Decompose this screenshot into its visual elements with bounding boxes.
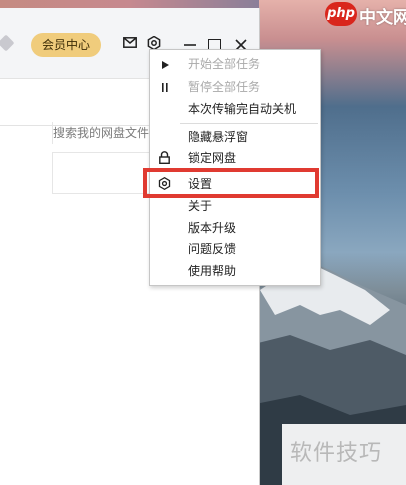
menu-item-about[interactable]: 关于 <box>188 196 212 216</box>
vip-center-button[interactable]: 会员中心 <box>31 33 101 57</box>
gear-icon[interactable] <box>147 36 161 50</box>
php-logo-badge: php <box>325 2 357 26</box>
menu-separator <box>180 123 318 124</box>
menu-item-hide-float[interactable]: 隐藏悬浮窗 <box>188 127 248 147</box>
menu-item-help[interactable]: 使用帮助 <box>188 261 236 281</box>
php-site-name: 中文网 <box>359 8 406 28</box>
settings-highlight-frame <box>143 168 319 198</box>
php-cn-watermark: php 中文网 <box>325 0 406 32</box>
play-icon <box>162 61 169 69</box>
menu-item-feedback[interactable]: 问题反馈 <box>188 239 236 259</box>
menu-item-lock[interactable]: 锁定网盘 <box>188 148 236 168</box>
menu-item-auto-shutdown[interactable]: 本次传输完自动关机 <box>188 99 296 119</box>
software-tips-watermark: 软件技巧 <box>290 441 383 466</box>
window-top-border <box>0 0 259 8</box>
pause-icon <box>162 83 168 92</box>
lock-icon <box>159 151 170 164</box>
vip-diamond-icon[interactable] <box>0 34 15 52</box>
menu-item-upgrade[interactable]: 版本升级 <box>188 218 236 238</box>
menu-item-pause-all[interactable]: 暂停全部任务 <box>188 77 260 97</box>
search-placeholder: 搜索我的网盘文件 <box>53 126 150 140</box>
mail-icon[interactable] <box>123 37 137 48</box>
menu-item-start-all[interactable]: 开始全部任务 <box>188 54 260 74</box>
